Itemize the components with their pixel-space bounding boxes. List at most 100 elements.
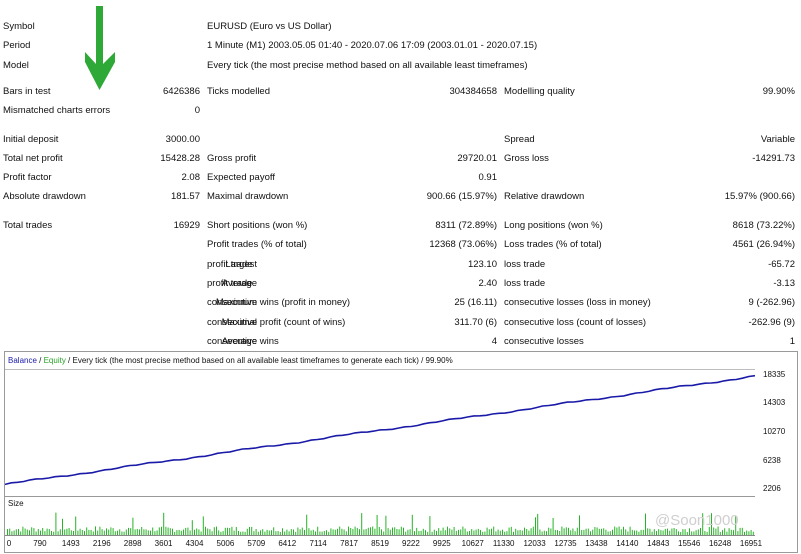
size-bar: [202, 516, 204, 535]
size-bar: [682, 529, 684, 535]
size-bar: [590, 531, 591, 535]
size-bar: [458, 529, 459, 535]
size-bar: [246, 528, 248, 535]
size-bar: [152, 527, 154, 535]
size-bar: [282, 528, 283, 535]
x-tick-label: 3601: [154, 539, 173, 548]
size-bar: [321, 531, 323, 535]
size-bar: [323, 530, 325, 535]
size-bar: [79, 528, 81, 535]
size-bar: [117, 530, 118, 535]
size-bar: [480, 530, 481, 535]
size-bar: [715, 528, 717, 535]
deposit-label: Initial deposit: [3, 134, 59, 145]
size-bar: [73, 531, 74, 535]
size-bar: [572, 528, 574, 535]
balance-line: [4, 374, 756, 486]
size-bar: [502, 529, 503, 535]
total-trades-label: Total trades: [3, 220, 53, 231]
size-bar: [601, 528, 602, 535]
size-bar: [488, 529, 490, 535]
size-bar: [125, 529, 127, 535]
chart-header: Balance / Equity / Every tick (the most …: [8, 356, 453, 365]
watermark: @Soon1000: [655, 512, 739, 529]
size-bar: [108, 529, 110, 535]
size-bar: [103, 530, 105, 535]
size-bar: [524, 527, 525, 535]
quality-value: 99.90%: [762, 86, 795, 97]
size-bar: [519, 529, 521, 535]
size-bar: [422, 528, 424, 535]
x-tick-label: 13438: [585, 539, 608, 548]
size-bar: [570, 530, 572, 535]
size-bar: [75, 516, 77, 535]
size-bar: [623, 526, 624, 535]
size-bar: [491, 528, 492, 535]
abs-drawdown-value: 181.57: [170, 191, 200, 202]
size-bar: [301, 527, 303, 535]
maximal-wins-label: consecutive profit (count of wins): [207, 317, 346, 328]
y-tick-label: 2206: [763, 484, 781, 493]
size-bar: [605, 529, 607, 535]
size-bar: [365, 529, 367, 535]
size-bar: [561, 526, 563, 535]
spread-value: Variable: [760, 134, 795, 145]
size-bar: [134, 529, 136, 535]
x-tick-label: 16951: [739, 539, 763, 548]
size-bar: [238, 531, 239, 535]
size-bar: [271, 530, 272, 535]
size-bar: [510, 526, 512, 535]
size-bar: [90, 529, 92, 535]
size-bar: [596, 527, 598, 535]
size-bar: [68, 528, 70, 535]
ticks-label: Ticks modelled: [207, 86, 271, 97]
model-label: Model: [3, 60, 29, 71]
size-bar: [64, 529, 66, 535]
size-bar: [114, 531, 116, 535]
size-bar: [638, 531, 640, 535]
average-loss-label: loss trade: [504, 278, 546, 289]
size-bar: [508, 527, 510, 535]
size-bar: [394, 527, 396, 535]
legend-description: / Every tick (the most precise method ba…: [65, 356, 453, 365]
size-bar: [40, 530, 41, 535]
size-bar: [154, 531, 156, 535]
size-bar: [642, 529, 644, 535]
size-bar: [752, 531, 754, 535]
ticks-value: 304384658: [449, 86, 497, 97]
net-profit-value: 15428.28: [160, 153, 200, 164]
gross-loss-value: -14291.73: [752, 153, 795, 164]
size-bar: [356, 527, 358, 535]
size-bar: [656, 531, 657, 535]
size-bar: [381, 529, 382, 535]
size-bar: [482, 531, 484, 535]
x-tick-label: 9925: [432, 539, 451, 548]
x-tick-label: 790: [33, 539, 47, 548]
size-bar: [376, 515, 378, 535]
x-tick-label: 12033: [523, 539, 546, 548]
size-bar: [200, 531, 202, 535]
loss-trades-label: Loss trades (% of total): [504, 239, 602, 250]
size-bar: [299, 529, 301, 535]
size-bar: [513, 531, 514, 535]
total-trades-value: 16929: [173, 220, 200, 231]
size-bar: [227, 527, 228, 535]
x-tick-label: 7114: [309, 539, 327, 548]
size-bar: [724, 528, 726, 535]
size-bar: [618, 526, 620, 535]
size-bar: [337, 528, 338, 535]
size-bar: [587, 528, 589, 535]
balance-plot-area: [4, 369, 756, 497]
bars-label: Bars in test: [3, 86, 51, 97]
average2-wins-value: 4: [491, 336, 497, 347]
maximum-wins-value: 25 (16.11): [454, 297, 497, 308]
size-bar: [700, 528, 701, 535]
size-bar: [310, 530, 312, 535]
size-bar: [255, 529, 257, 535]
size-bar: [689, 528, 690, 535]
size-bar: [275, 531, 277, 535]
size-bar: [385, 515, 387, 535]
size-bar: [645, 513, 646, 535]
size-bar: [737, 531, 739, 535]
size-bar: [231, 526, 233, 535]
